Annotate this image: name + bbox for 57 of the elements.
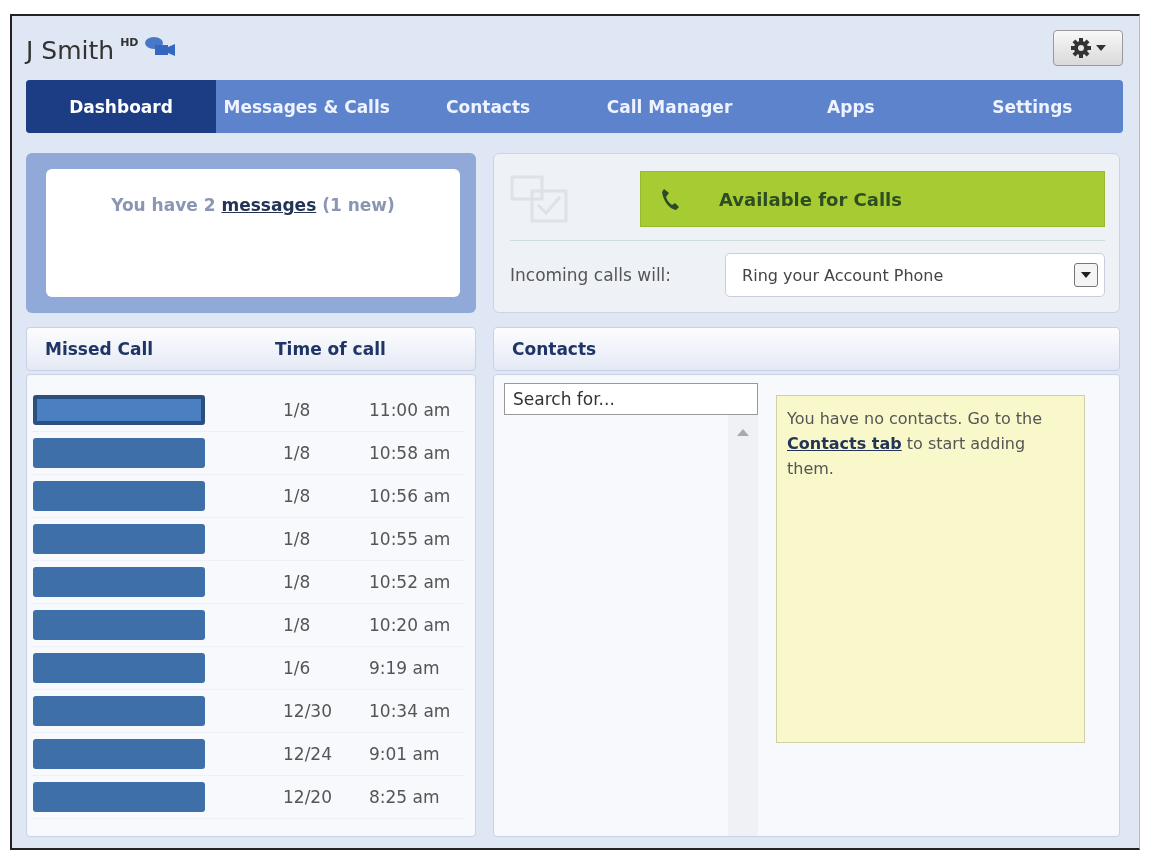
search-field[interactable]: Search for... [504,383,758,415]
nav-tab[interactable]: Dashboard [26,80,216,133]
incoming-calls-dropdown[interactable]: Ring your Account Phone [725,253,1105,297]
empty-contacts-note: You have no contacts. Go to the Contacts tab to start adding them. [776,395,1085,743]
hd-label: HD [120,35,139,49]
call-date: 1/8 [283,615,312,635]
contacts-tab-link[interactable]: Contacts tab [787,434,902,453]
call-date: 1/8 [283,572,312,592]
redacted-caller[interactable] [33,438,205,468]
contacts-title: Contacts [512,339,597,359]
call-date: 1/8 [283,400,312,420]
scroll-up-icon[interactable] [737,429,749,436]
column-header: Missed Call [45,339,155,359]
redacted-caller[interactable] [33,653,205,683]
video-chat-icon [144,35,177,58]
call-time: 10:52 am [369,572,451,592]
nav-tab[interactable]: Apps [760,80,942,133]
redacted-caller[interactable] [33,481,205,511]
call-date: 1/8 [283,529,312,549]
redacted-caller[interactable] [33,395,205,425]
redacted-caller[interactable] [33,567,205,597]
settings-icon [1070,37,1092,59]
messages-summary: You have 2 messages (1 new) [111,195,395,217]
call-time: 8:25 am [369,787,440,807]
call-date: 12/20 [283,787,333,807]
call-time: 10:20 am [369,615,451,635]
call-time: 9:19 am [369,658,440,678]
messages-link[interactable]: messages [221,195,317,215]
call-time: 10:58 am [369,443,451,463]
call-date: 1/6 [283,658,312,678]
user-name: J Smith [26,35,115,65]
scrollbar-track[interactable] [728,415,758,836]
redacted-caller[interactable] [33,610,205,640]
call-time: 10:56 am [369,486,451,506]
call-time: 11:00 am [369,400,451,420]
call-date: 12/30 [283,701,333,721]
nav-tab[interactable]: Contacts [397,80,579,133]
call-date: 1/8 [283,443,312,463]
call-time: 10:34 am [369,701,451,721]
settings-menu-button[interactable] [1053,30,1123,66]
call-date: 1/8 [283,486,312,506]
redacted-caller[interactable] [33,739,205,769]
caret-icon [1081,272,1091,278]
incoming-calls-label: Incoming calls will: [510,265,672,285]
caret-icon [1096,45,1106,51]
nav-tab[interactable]: Messages & Calls [216,80,398,133]
column-header: Time of call [275,339,386,359]
redacted-caller[interactable] [33,782,205,812]
redacted-caller[interactable] [33,696,205,726]
nav-tab[interactable]: Call Manager [578,80,761,133]
call-date: 12/24 [283,744,333,764]
call-time: 9:01 am [369,744,440,764]
nav-tab[interactable]: Settings [941,80,1123,133]
available-for-calls-button[interactable]: Available for Calls [640,171,1105,227]
call-time: 10:55 am [369,529,451,549]
phone-icon [661,188,679,210]
redacted-caller[interactable] [33,524,205,554]
